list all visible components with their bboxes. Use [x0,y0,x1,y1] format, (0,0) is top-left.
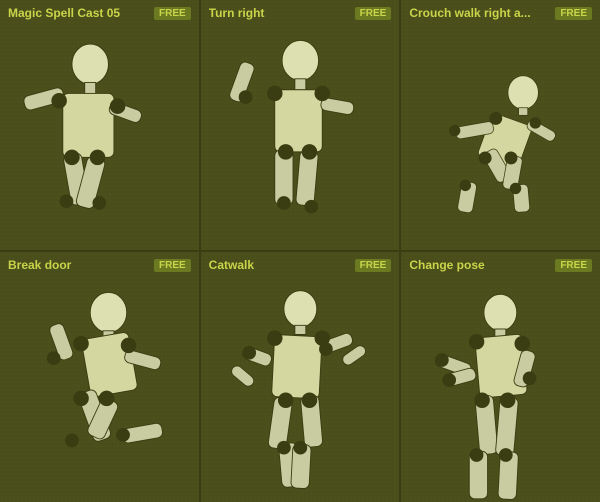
card-title: Turn right [209,6,351,20]
figure-area [409,276,592,502]
figure-area [209,24,392,250]
figure-area [209,276,392,502]
card-title: Change pose [409,258,551,272]
card-title: Break door [8,258,150,272]
free-badge: FREE [555,259,592,272]
card-header: Catwalk FREE [209,258,392,272]
card-header: Change pose FREE [409,258,592,272]
card-header: Magic Spell Cast 05 FREE [8,6,191,20]
figure-svg [209,276,392,502]
free-badge: FREE [154,259,191,272]
card-title: Crouch walk right a... [409,6,551,20]
card-title: Magic Spell Cast 05 [8,6,150,20]
animation-grid: Magic Spell Cast 05 FREE [0,0,600,502]
free-badge: FREE [355,259,392,272]
card-header: Crouch walk right a... FREE [409,6,592,20]
figure-area [8,276,191,502]
free-badge: FREE [355,7,392,20]
card-turn-right: Turn right FREE [201,0,400,250]
card-title: Catwalk [209,258,351,272]
free-badge: FREE [555,7,592,20]
card-header: Turn right FREE [209,6,392,20]
figure-svg [409,24,592,250]
card-crouch-walk-right: Crouch walk right a... FREE [401,0,600,250]
free-badge: FREE [154,7,191,20]
figure-area [8,24,191,250]
figure-svg [8,24,191,250]
figure-svg [8,276,191,502]
figure-svg [209,24,392,250]
card-catwalk: Catwalk FREE [201,252,400,502]
card-header: Break door FREE [8,258,191,272]
card-magic-spell-cast-05: Magic Spell Cast 05 FREE [0,0,199,250]
card-break-door: Break door FREE [0,252,199,502]
figure-svg [409,276,592,502]
card-change-pose: Change pose FREE [401,252,600,502]
figure-area [409,24,592,250]
